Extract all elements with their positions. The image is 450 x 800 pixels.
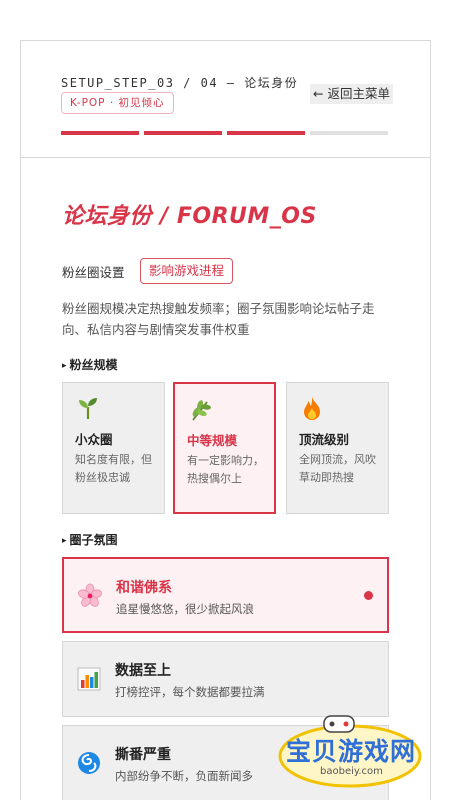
herb-icon	[192, 400, 211, 421]
bar-chart-icon	[77, 667, 101, 691]
progress-segment-1	[61, 131, 139, 135]
progress-segment-4	[310, 131, 388, 135]
back-to-menu-button[interactable]: ← 返回主菜单	[310, 84, 393, 104]
progress-segment-2	[144, 131, 222, 135]
setup-header: SETUP_STEP_03 / 04 — 论坛身份 ← 返回主菜单 K-POP …	[20, 40, 431, 158]
scale-option-desc: 知名度有限，但粉丝极忠诚	[75, 453, 152, 484]
fan-scale-section-title: 粉丝规模	[62, 356, 118, 373]
affects-progress-badge: 影响游戏进程	[140, 258, 234, 284]
step-indicator: SETUP_STEP_03 / 04 — 论坛身份	[61, 76, 299, 90]
page-title: 论坛身份 / FORUM_OS	[62, 204, 317, 229]
scale-option-medium[interactable]: 中等规模 有一定影响力，热搜偶尔上	[173, 382, 276, 514]
atmosphere-section-title: 圈子氛围	[62, 531, 118, 548]
step-progress-bar	[61, 131, 388, 135]
progress-segment-3	[227, 131, 305, 135]
cyclone-icon	[78, 752, 100, 774]
scale-option-small[interactable]: 小众圈 知名度有限，但粉丝极忠诚	[62, 382, 165, 514]
site-watermark: 宝贝游戏网 baobeiy.com	[272, 712, 422, 790]
watermark-url: baobeiy.com	[320, 766, 383, 777]
watermark-text: 宝贝游戏网	[286, 737, 417, 766]
atmosphere-option-data-driven[interactable]: 数据至上 打榜控评，每个数据都要拉满	[62, 641, 389, 717]
scale-option-desc: 有一定影响力，热搜偶尔上	[187, 454, 264, 485]
atmosphere-option-name: 数据至上	[115, 663, 171, 679]
scale-option-top[interactable]: 顶流级别 全网顶流，风吹草动即热搜	[286, 382, 389, 514]
fire-icon	[304, 397, 320, 420]
scale-option-name: 顶流级别	[299, 432, 350, 447]
atmosphere-option-harmonious[interactable]: 和谐佛系 追星慢悠悠，很少掀起风浪	[62, 557, 389, 633]
atmosphere-option-desc: 追星慢悠悠，很少掀起风浪	[116, 602, 254, 616]
seedling-icon	[79, 398, 97, 419]
scale-option-name: 中等规模	[187, 433, 238, 448]
atmosphere-option-name: 撕番严重	[115, 747, 171, 763]
scale-option-name: 小众圈	[75, 432, 113, 447]
scale-option-desc: 全网顶流，风吹草动即热搜	[299, 453, 376, 484]
cherry-blossom-icon	[78, 583, 102, 607]
atmosphere-option-desc: 内部纷争不断，负面新闻多	[115, 769, 253, 783]
setting-description: 粉丝圈规模决定热搜触发频率；圈子氛围影响论坛帖子走向、私信内容与剧情突发事件权重	[62, 301, 375, 337]
atmosphere-option-name: 和谐佛系	[116, 580, 172, 596]
atmosphere-option-desc: 打榜控评，每个数据都要拉满	[115, 685, 265, 699]
genre-tag: K-POP · 初见倾心	[61, 92, 174, 114]
selected-indicator-dot	[364, 591, 373, 600]
setting-label: 粉丝圈设置	[62, 265, 125, 280]
